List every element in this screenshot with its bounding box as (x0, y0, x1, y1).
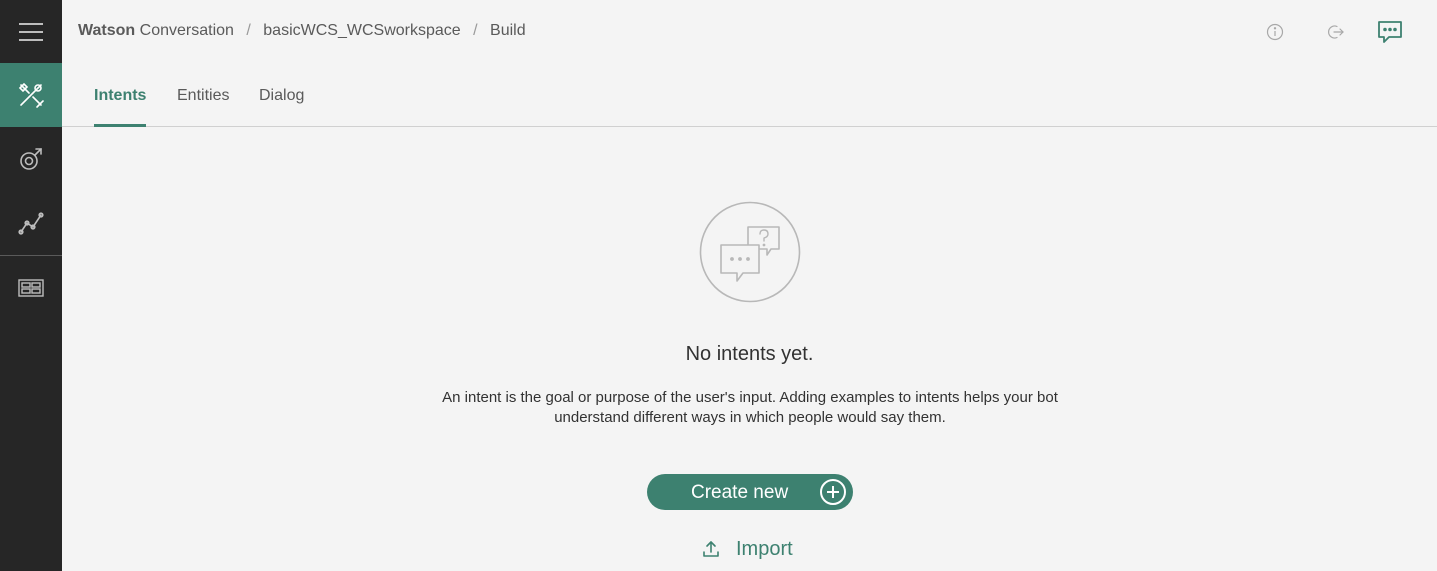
sidebar-item-analytics[interactable] (0, 191, 62, 255)
tab-entities[interactable]: Entities (177, 87, 229, 127)
tab-dialog[interactable]: Dialog (259, 87, 304, 127)
product-name: Conversation (139, 22, 234, 39)
plus-circle-icon (820, 479, 846, 505)
sidebar-item-improve[interactable] (0, 127, 62, 191)
chat-icon (1378, 21, 1402, 43)
try-it-chat-button[interactable] (1376, 18, 1404, 46)
info-icon (1266, 23, 1284, 41)
brand-name: Watson (78, 22, 136, 39)
empty-state-description: An intent is the goal or purpose of the … (442, 389, 1058, 426)
menu-button[interactable] (0, 0, 62, 64)
analytics-icon (18, 212, 44, 235)
sign-out-button[interactable] (1322, 18, 1350, 46)
menu-icon (19, 23, 43, 41)
workspaces-icon (18, 279, 44, 297)
create-new-label: Create new (691, 482, 789, 503)
improve-icon (20, 148, 42, 170)
breadcrumb-workspace-link[interactable]: basicWCS_WCSworkspace (263, 22, 460, 39)
breadcrumb-current-page: Build (490, 22, 526, 39)
sidebar-item-workspaces[interactable] (0, 256, 62, 320)
import-label: Import (736, 537, 793, 560)
empty-state: No intents yet. An intent is the goal or… (62, 128, 1437, 571)
import-button[interactable]: Import (702, 536, 793, 562)
sign-out-icon (1328, 25, 1344, 39)
empty-state-title: No intents yet. (685, 343, 814, 365)
tab-bar: Intents Entities Dialog (62, 63, 1437, 127)
breadcrumb: Watson Conversation / basicWCS_WCSworksp… (78, 22, 526, 40)
breadcrumb-separator: / (246, 22, 251, 39)
header: Watson Conversation / basicWCS_WCSworksp… (62, 0, 1437, 63)
build-tools-icon (18, 82, 44, 108)
breadcrumb-separator: / (473, 22, 478, 39)
sidebar-item-build[interactable] (0, 63, 62, 127)
chat-bubbles-question-icon (699, 201, 801, 303)
create-new-button[interactable]: Create new (647, 474, 853, 510)
info-button[interactable] (1261, 18, 1289, 46)
sidebar (0, 0, 62, 571)
tab-intents[interactable]: Intents (94, 87, 147, 127)
upload-icon (703, 541, 719, 557)
